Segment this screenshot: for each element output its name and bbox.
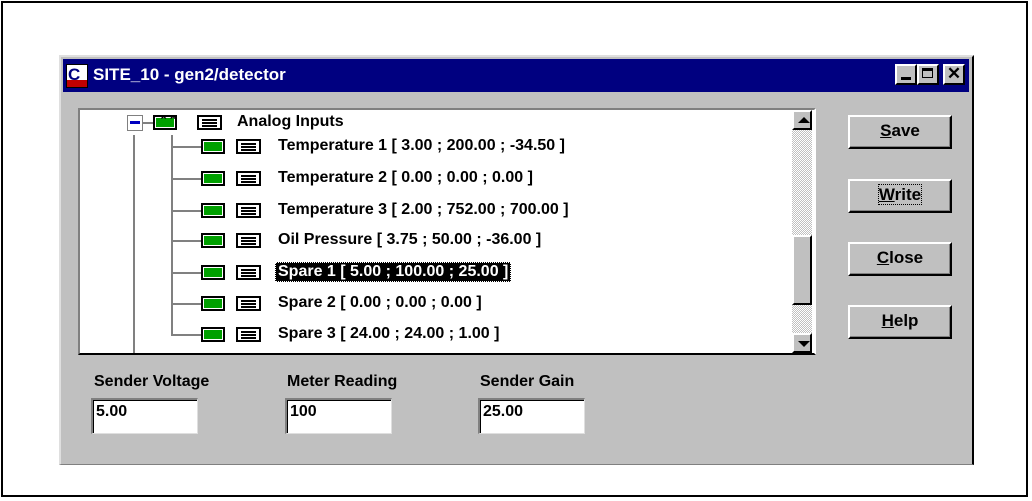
sensor-icon: [201, 171, 225, 186]
meter-reading-field[interactable]: 100: [285, 398, 392, 434]
list-icon: [197, 115, 222, 130]
list-icon: [236, 171, 261, 186]
tree-item-temperature-1[interactable]: Temperature 1 [ 3.00 ; 200.00 ; -34.50 ]: [275, 136, 568, 156]
scroll-thumb[interactable]: [792, 235, 812, 305]
list-icon: [236, 296, 261, 311]
tree-item-spare-2[interactable]: Spare 2 [ 0.00 ; 0.00 ; 0.00 ]: [275, 293, 485, 313]
vertical-scrollbar[interactable]: [792, 110, 812, 353]
sensor-icon: [201, 296, 225, 311]
sender-gain-field[interactable]: 25.00: [478, 398, 585, 434]
close-icon: ✕: [946, 64, 962, 83]
help-button[interactable]: Help: [848, 305, 952, 339]
sensor-icon: [201, 139, 225, 154]
sensor-icon: [201, 203, 225, 218]
tree-root-label[interactable]: Analog Inputs: [234, 112, 347, 132]
minimize-icon: [901, 77, 911, 80]
maximize-button[interactable]: [917, 64, 939, 85]
save-button[interactable]: Save: [848, 115, 952, 149]
tree-connector: [171, 146, 201, 148]
collapse-toggle[interactable]: [127, 115, 143, 131]
close-window-button[interactable]: ✕: [943, 64, 965, 85]
tree-connector: [171, 272, 201, 274]
title-bar[interactable]: C SITE_10 - gen2/detector ✕: [63, 59, 969, 92]
minus-icon: [130, 121, 140, 124]
tree-item-oil-pressure[interactable]: Oil Pressure [ 3.75 ; 50.00 ; -36.00 ]: [275, 230, 544, 250]
arrow-down-icon: [798, 341, 810, 347]
list-icon: [236, 233, 261, 248]
tree-view[interactable]: ⌃⌃ Analog Inputs Temperature 1 [ 3.00 ; …: [78, 108, 816, 355]
sender-voltage-label: Sender Voltage: [94, 373, 210, 390]
list-icon: [236, 203, 261, 218]
scroll-up-button[interactable]: [792, 110, 812, 130]
scroll-down-button[interactable]: [792, 333, 812, 353]
list-icon: [236, 327, 261, 342]
tree-connector-outer: [133, 135, 135, 353]
tree-connector: [171, 303, 201, 305]
sender-gain-label: Sender Gain: [480, 373, 575, 390]
tree-connector: [171, 334, 201, 336]
arrow-up-icon: [798, 117, 810, 123]
close-button[interactable]: Close: [848, 242, 952, 276]
sensor-icon: ⌃⌃: [153, 115, 177, 130]
write-button[interactable]: Write: [848, 179, 952, 213]
meter-reading-label: Meter Reading: [287, 373, 398, 390]
list-icon: [236, 265, 261, 280]
tree-connector-inner: [171, 135, 173, 335]
tree-connector: [171, 210, 201, 212]
tree-connector: [171, 240, 201, 242]
sensor-icon: [201, 233, 225, 248]
dialog-window: C SITE_10 - gen2/detector ✕ ⌃⌃ Analog In…: [59, 55, 974, 465]
tree-item-spare-3[interactable]: Spare 3 [ 24.00 ; 24.00 ; 1.00 ]: [275, 324, 502, 344]
window-title: SITE_10 - gen2/detector: [93, 65, 286, 84]
tree-item-temperature-2[interactable]: Temperature 2 [ 0.00 ; 0.00 ; 0.00 ]: [275, 168, 536, 188]
tree-connector-root: [143, 122, 153, 124]
sensor-icon: [201, 265, 225, 280]
sensor-icon: [201, 327, 225, 342]
minimize-button[interactable]: [895, 64, 917, 85]
maximize-icon: [922, 68, 933, 78]
tree-connector: [171, 178, 201, 180]
list-icon: [236, 139, 261, 154]
tree-item-spare-1[interactable]: Spare 1 [ 5.00 ; 100.00 ; 25.00 ]: [275, 262, 512, 282]
app-icon[interactable]: C: [66, 64, 88, 88]
sender-voltage-field[interactable]: 5.00: [91, 398, 198, 434]
tree-item-temperature-3[interactable]: Temperature 3 [ 2.00 ; 752.00 ; 700.00 ]: [275, 200, 572, 220]
